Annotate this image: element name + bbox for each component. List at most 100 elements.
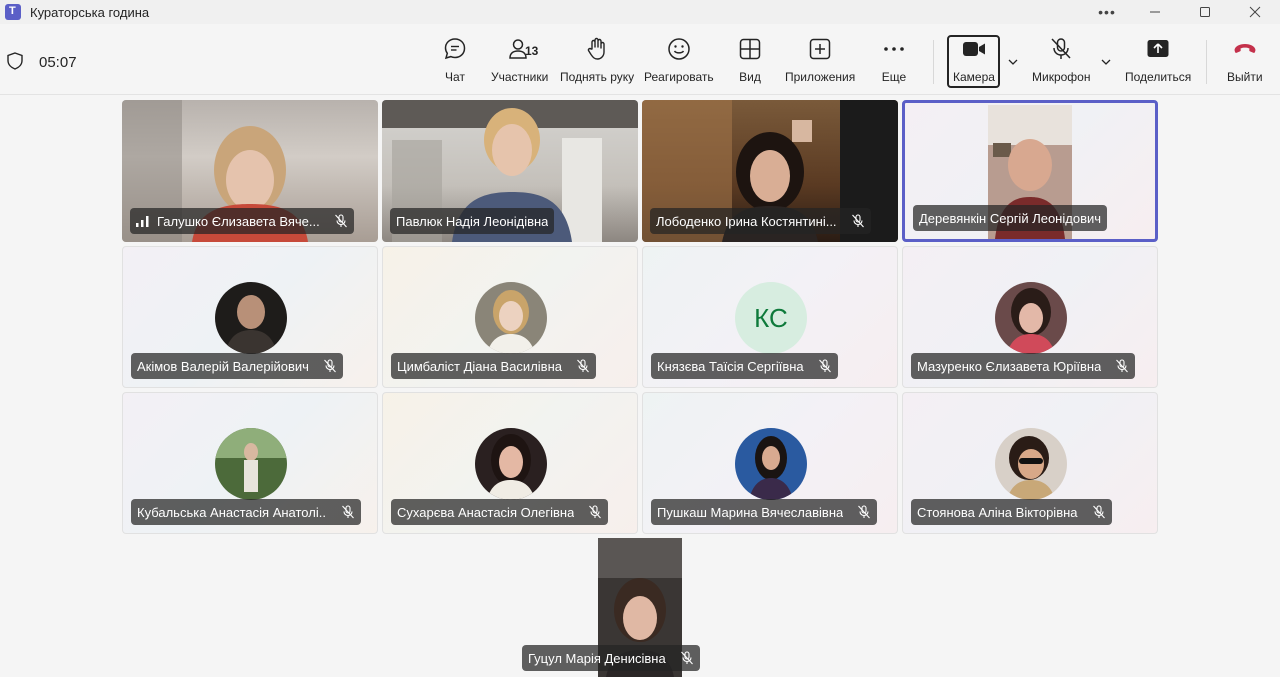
participant-name-tag: Павлюк Надія Леонідівна [390, 208, 555, 234]
camera-control[interactable]: Камера [953, 36, 995, 88]
title-bar: Кураторська година ••• [0, 0, 1280, 24]
camera-options-chevron-icon[interactable] [1008, 57, 1018, 67]
avatar-initials: КС [735, 282, 807, 354]
apps-button[interactable]: Приложения [785, 36, 855, 88]
participant-tile[interactable]: Сухарєва Анастасія Олегівна [382, 392, 638, 534]
participant-name: Князєва Таїсія Сергіївна [657, 358, 804, 374]
participant-tile[interactable]: КС Князєва Таїсія Сергіївна [642, 246, 898, 388]
mic-off-icon [589, 505, 602, 519]
camera-label: Камера [953, 70, 995, 84]
participant-name: Павлюк Надія Леонідівна [396, 213, 549, 229]
mic-off-icon [577, 359, 589, 373]
toolbar-divider-2 [1206, 40, 1207, 84]
hang-up-icon [1234, 44, 1256, 53]
raise-hand-icon [587, 37, 605, 60]
meeting-toolbar: 05:07 Чат 13 Участники Поднять руку Реаг… [0, 24, 1280, 95]
participant-tile[interactable]: Цимбаліст Діана Василівна [382, 246, 638, 388]
mic-off-icon [342, 505, 354, 519]
minimize-button[interactable] [1130, 0, 1180, 24]
participant-tile[interactable]: Кубальська Анастасія Анатолі... [122, 392, 378, 534]
share-label: Поделиться [1125, 70, 1192, 84]
participants-label: Участники [491, 70, 549, 84]
participant-name-tag: Пушкаш Марина Вячеславівна [651, 499, 878, 525]
mic-off-icon [334, 214, 347, 228]
mic-off-icon [851, 214, 864, 228]
participant-name-tag: Сухарєва Анастасія Олегівна [391, 499, 609, 525]
toolbar-divider [933, 40, 934, 84]
participant-name-tag: Лободенко Ірина Костянтині... [650, 208, 871, 234]
participant-name-tag: Цимбаліст Діана Василівна [391, 353, 596, 379]
leave-label: Выйти [1227, 70, 1263, 84]
participant-name: Сухарєва Анастасія Олегівна [397, 504, 575, 520]
chat-label: Чат [445, 70, 465, 84]
meeting-timer: 05:07 [39, 54, 77, 71]
participant-name-tag: Мазуренко Єлизавета Юріївна [911, 353, 1136, 379]
raise-hand-button[interactable]: Поднять руку [560, 36, 634, 88]
share-screen-icon [1147, 40, 1169, 57]
add-app-icon [809, 38, 831, 60]
minimize-icon [1150, 11, 1160, 13]
view-label: Вид [739, 70, 761, 84]
avatar [475, 282, 547, 354]
participant-tile[interactable]: Акімов Валерій Валерійович [122, 246, 378, 388]
participant-name: Пушкаш Марина Вячеславівна [657, 504, 844, 520]
apps-label: Приложения [785, 70, 856, 84]
shield-icon [7, 52, 23, 70]
avatar-initials-text: КС [754, 302, 788, 333]
participant-tile[interactable]: Пушкаш Марина Вячеславівна [642, 392, 898, 534]
participant-tile[interactable]: Стоянова Аліна Вікторівна [902, 392, 1158, 534]
react-button[interactable]: Реагировать [644, 36, 714, 88]
leave-button[interactable]: Выйти [1227, 36, 1263, 88]
participant-tile[interactable]: Галушко Єлизавета Вяче... [122, 100, 378, 242]
participant-tile-active-speaker[interactable]: Деревянкін Сергій Леонідович [902, 100, 1158, 242]
mic-off-icon [1092, 505, 1105, 519]
participant-tile[interactable]: Павлюк Надія Леонідівна [382, 100, 638, 242]
participant-name: Галушко Єлизавета Вяче... [157, 213, 320, 229]
participant-name: Кубальська Анастасія Анатолі... [137, 504, 327, 520]
view-button[interactable]: Вид [737, 36, 763, 88]
self-name-tag: Гуцул Марія Денисівна [522, 645, 700, 671]
avatar [735, 428, 807, 500]
microphone-button[interactable]: Микрофон [1032, 36, 1090, 88]
close-icon [1249, 6, 1261, 18]
window-controls: ••• [1084, 0, 1280, 24]
participant-tile[interactable]: Лободенко Ірина Костянтині... [642, 100, 898, 242]
video-camera-icon [962, 42, 985, 56]
more-button[interactable]: Еще [881, 36, 907, 88]
mic-off-icon [324, 359, 336, 373]
window-title: Кураторська година [30, 4, 150, 20]
avatar [475, 428, 547, 500]
participant-name: Мазуренко Єлизавета Юріївна [917, 358, 1102, 374]
mic-off-icon [818, 359, 831, 373]
participant-name: Цимбаліст Діана Василівна [397, 358, 562, 374]
mic-options-chevron-icon[interactable] [1101, 57, 1111, 67]
participants-count: 13 [525, 44, 539, 58]
participant-name-tag: Князєва Таїсія Сергіївна [651, 353, 838, 379]
raise-hand-label: Поднять руку [560, 70, 635, 84]
close-button[interactable] [1230, 0, 1280, 24]
chat-button[interactable]: Чат [442, 36, 468, 88]
participant-name: Лободенко Ірина Костянтині... [656, 213, 837, 229]
participant-name-tag: Стоянова Аліна Вікторівна [911, 499, 1112, 525]
participant-name-tag: Деревянкін Сергій Леонідович [913, 205, 1108, 231]
signal-strength-icon [136, 215, 149, 227]
react-label: Реагировать [644, 70, 714, 84]
teams-logo-icon [5, 4, 21, 20]
share-button[interactable]: Поделиться [1125, 36, 1191, 88]
more-options-button[interactable]: ••• [1084, 0, 1130, 24]
maximize-button[interactable] [1180, 0, 1230, 24]
more-label: Еще [881, 70, 907, 84]
mic-off-icon [1051, 38, 1071, 59]
grid-view-icon [739, 38, 761, 60]
maximize-icon [1200, 7, 1210, 17]
participant-name: Деревянкін Сергій Леонідович [919, 210, 1102, 226]
participants-button[interactable]: 13 Участники [491, 36, 548, 88]
participant-name: Стоянова Аліна Вікторівна [917, 504, 1078, 520]
mic-off-icon [1116, 359, 1129, 373]
self-name: Гуцул Марія Денисівна [528, 650, 666, 666]
avatar [215, 282, 287, 354]
participant-name: Акімов Валерій Валерійович [137, 358, 309, 374]
mic-off-icon [680, 651, 693, 665]
ellipsis-icon [884, 47, 904, 51]
participant-tile[interactable]: Мазуренко Єлизавета Юріївна [902, 246, 1158, 388]
